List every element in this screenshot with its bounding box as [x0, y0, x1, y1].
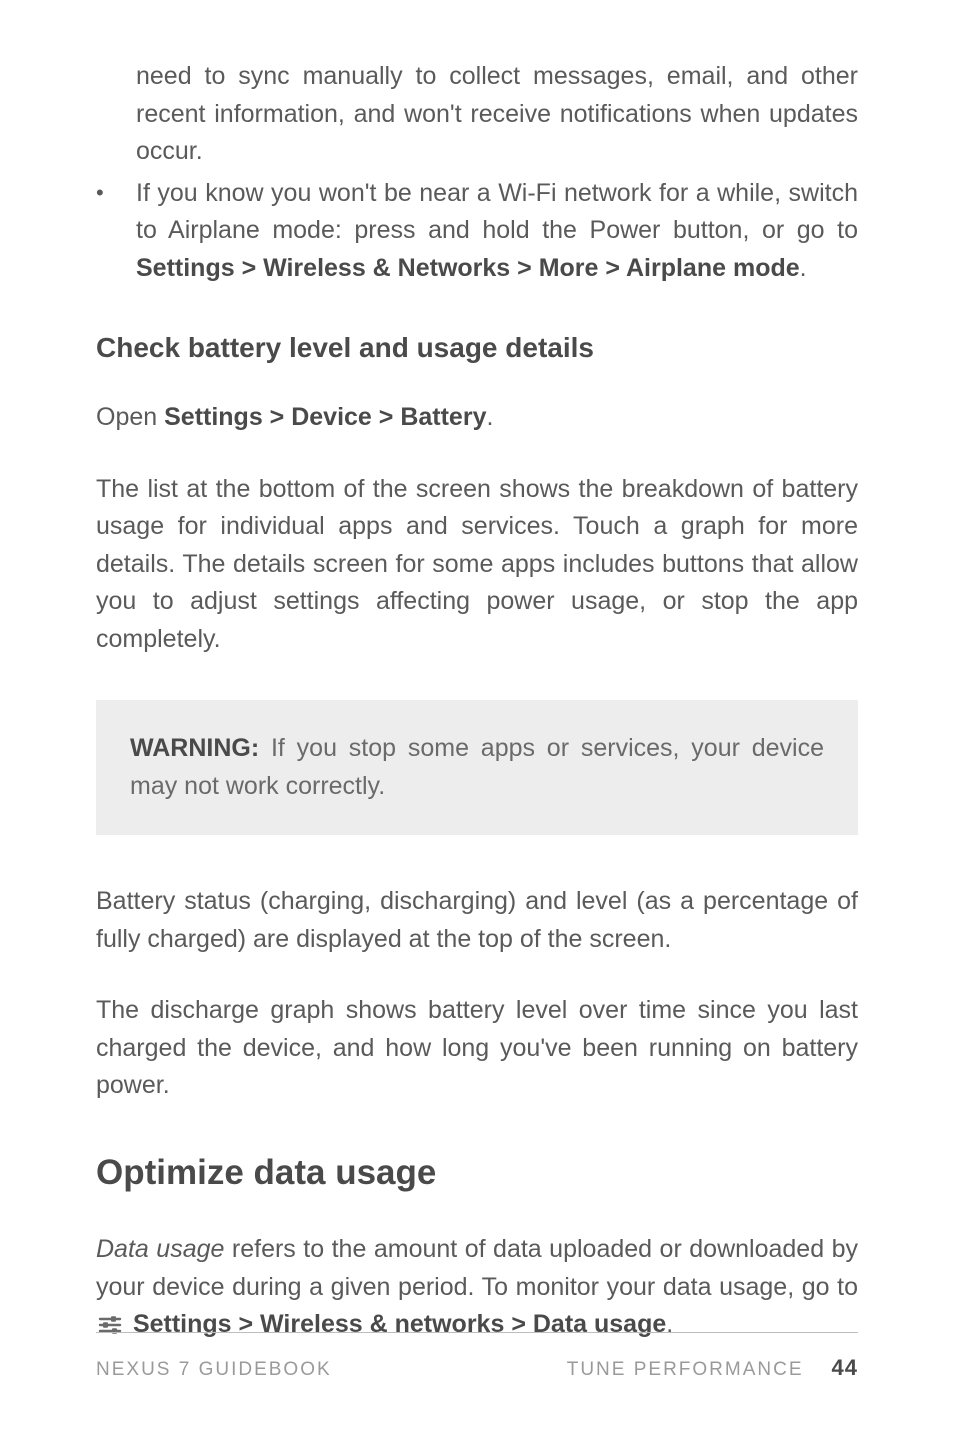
bullet-item: • If you know you won't be near a Wi-Fi …	[96, 175, 858, 288]
footer-right: TUNE PERFORMANCE 44	[567, 1355, 858, 1381]
bullet-marker: •	[96, 175, 136, 288]
footer-chapter: TUNE PERFORMANCE	[567, 1359, 804, 1381]
warning-text: WARNING: If you stop some apps or servic…	[130, 730, 824, 805]
footer-rule	[96, 1332, 858, 1333]
bullet-text-bold-path: Settings > Wireless & Networks > More > …	[136, 254, 800, 282]
page: need to sync manually to collect message…	[0, 0, 954, 1435]
bullet-text: If you know you won't be near a Wi-Fi ne…	[136, 175, 858, 288]
bullet-text-part2: .	[800, 254, 807, 282]
section-heading-optimize: Optimize data usage	[96, 1147, 858, 1200]
footer-page-number: 44	[832, 1355, 858, 1381]
content-area: need to sync manually to collect message…	[96, 58, 858, 1348]
paragraph-discharge-graph: The discharge graph shows battery level …	[96, 992, 858, 1105]
bullet-text-part1: If you know you won't be near a Wi-Fi ne…	[136, 179, 858, 245]
bullet-list: need to sync manually to collect message…	[96, 58, 858, 287]
paragraph-battery-status: Battery status (charging, discharging) a…	[96, 883, 858, 958]
warning-callout: WARNING: If you stop some apps or servic…	[96, 700, 858, 835]
warning-label: WARNING:	[130, 734, 259, 762]
paragraph-data-usage: Data usage refers to the amount of data …	[96, 1231, 858, 1348]
section-subhead: Check battery level and usage details	[96, 327, 858, 369]
open-settings-line: Open Settings > Device > Battery.	[96, 399, 858, 437]
page-footer: NEXUS 7 GUIDEBOOK TUNE PERFORMANCE 44	[96, 1332, 858, 1381]
paragraph-battery-list: The list at the bottom of the screen sho…	[96, 471, 858, 659]
bullet-continuation: need to sync manually to collect message…	[96, 58, 858, 171]
data-usage-italic: Data usage	[96, 1235, 224, 1263]
footer-row: NEXUS 7 GUIDEBOOK TUNE PERFORMANCE 44	[96, 1355, 858, 1381]
open-bold-path: Settings > Device > Battery	[164, 403, 486, 431]
open-suffix: .	[486, 403, 493, 431]
footer-book-title: NEXUS 7 GUIDEBOOK	[96, 1359, 332, 1381]
open-prefix: Open	[96, 403, 164, 431]
